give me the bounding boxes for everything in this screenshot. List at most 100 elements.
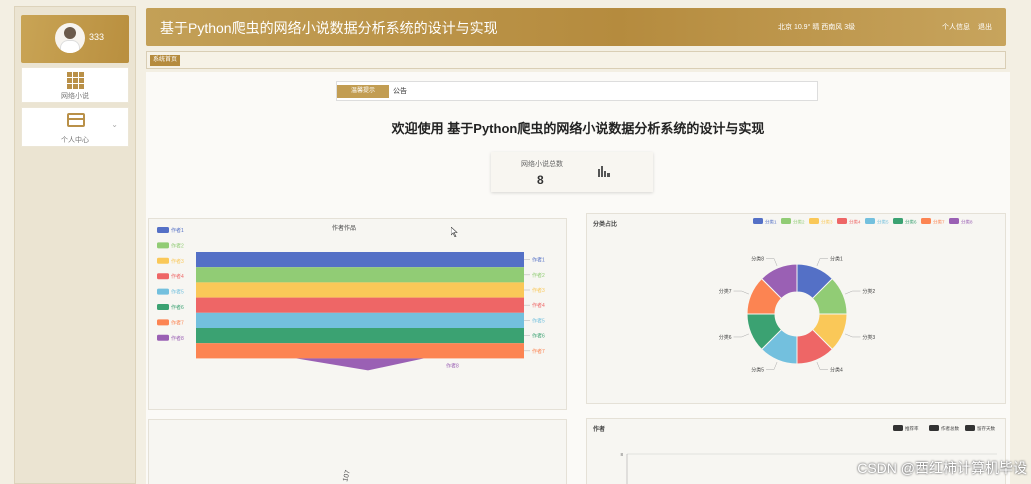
legend-swatch — [157, 288, 169, 295]
sidebar-item-label: 网络小说 — [61, 93, 89, 100]
legend-label: 作者5 — [171, 289, 184, 296]
segment-label: 作者4 — [532, 302, 545, 309]
profile-link[interactable]: 个人信息 — [942, 24, 970, 31]
label-line — [733, 290, 750, 295]
legend-label: 作者8 — [171, 335, 184, 342]
avatar — [55, 23, 85, 53]
funnel-segment — [196, 343, 524, 359]
slice-label: 分类3 — [862, 334, 875, 341]
legend-swatch — [921, 218, 931, 224]
legend-label: 留存天数 — [977, 425, 995, 432]
label-line — [844, 333, 861, 338]
segment-label: 作者5 — [532, 317, 545, 324]
welcome-heading: 欢迎使用 基于Python爬虫的网络小说数据分析系统的设计与实现 — [391, 121, 765, 136]
stat-card: 网络小说总数 8 — [491, 152, 653, 192]
header-links: 个人信息 退出 — [942, 22, 998, 32]
slice-label: 分类4 — [830, 366, 843, 373]
slice-label: 分类6 — [719, 334, 732, 341]
legend-swatch — [157, 304, 169, 310]
segment-label: 作者3 — [532, 287, 545, 294]
notice-text: 公告 — [393, 88, 407, 95]
segment-label: 作者1 — [532, 257, 545, 264]
legend-label: 作者2 — [171, 242, 184, 249]
legend-label: 分类7 — [933, 219, 945, 226]
label-line — [816, 258, 828, 267]
mouse-cursor-icon — [451, 227, 458, 237]
label-line — [844, 290, 861, 295]
watermark: CSDN @西红柿计算机毕设 — [857, 460, 1027, 476]
main-content: 温馨提示 公告 欢迎使用 基于Python爬虫的网络小说数据分析系统的设计与实现… — [146, 72, 1010, 484]
chart-title: 分类占比 — [593, 220, 617, 228]
user-card[interactable]: 333 — [21, 15, 129, 63]
slice-label: 分类1 — [830, 256, 843, 263]
funnel-segment — [296, 358, 424, 371]
legend-label: 分类5 — [877, 219, 889, 226]
legend-swatch — [949, 218, 959, 224]
label-line — [766, 258, 778, 267]
legend-swatch — [893, 425, 903, 431]
header-bar: 基于Python爬虫的网络小说数据分析系统的设计与实现 北京 10.9° 晴 西… — [146, 8, 1006, 46]
author-works-panel: 作者作品 作者1 作者2 作者3 作者4 作者5 作者6 作者7 作者8 作者1 作者2 作者3 作者4… — [148, 218, 567, 410]
stat-label: 网络小说总数 — [521, 161, 563, 168]
username: 333 — [89, 32, 105, 42]
legend-swatch — [929, 425, 939, 431]
funnel-segment — [196, 328, 524, 344]
stat-value: 8 — [537, 173, 544, 187]
sidebar-item-label: 个人中心 — [61, 137, 89, 144]
segment-label: 作者6 — [532, 333, 545, 340]
breadcrumb: 系统首页 — [146, 51, 1006, 69]
sidebar-item-novels[interactable]: 网络小说 — [21, 67, 129, 103]
weather-info: 北京 10.9° 晴 西南风 3级 — [778, 24, 856, 31]
segment-label: 作者2 — [532, 272, 545, 279]
breadcrumb-item-home[interactable]: 系统首页 — [150, 55, 181, 66]
bottom-left-panel: 107 — [148, 419, 567, 484]
logout-link[interactable]: 退出 — [978, 24, 992, 31]
sidebar: 333 网络小说 个人中心 ⌄ — [14, 6, 136, 484]
slice-label: 分类8 — [751, 256, 764, 263]
legend-label: 推荐率 — [905, 425, 919, 432]
legend-label: 作者总数 — [941, 425, 959, 432]
legend-label: 分类4 — [849, 219, 861, 226]
notice-bar: 温馨提示 公告 — [336, 81, 818, 101]
slice-label: 分类5 — [751, 366, 764, 373]
legend-label: 分类2 — [793, 219, 805, 226]
legend-swatch — [157, 273, 169, 280]
grid-icon — [67, 72, 84, 89]
slice-label: 分类2 — [862, 288, 875, 295]
legend-swatch — [865, 218, 875, 224]
legend-swatch — [781, 218, 791, 224]
sidebar-item-profile[interactable]: 个人中心 ⌄ — [21, 107, 129, 147]
legend-swatch — [753, 218, 763, 224]
legend-label: 分类6 — [905, 219, 917, 226]
funnel-segment — [196, 282, 524, 298]
page-title: 基于Python爬虫的网络小说数据分析系统的设计与实现 — [160, 20, 498, 36]
legend-swatch — [157, 227, 169, 233]
label-line — [766, 361, 778, 370]
chevron-down-icon[interactable]: ⌄ — [111, 120, 118, 129]
legend-label: 作者6 — [171, 304, 184, 311]
bottom-left-chart: 107 — [342, 469, 352, 482]
legend-swatch — [157, 257, 169, 264]
label-line — [733, 333, 750, 338]
legend-swatch — [965, 425, 975, 431]
chart-title: 作者 — [593, 425, 605, 433]
bar-chart-icon — [598, 166, 610, 177]
legend-label: 作者4 — [171, 273, 184, 280]
legend-label: 作者7 — [171, 319, 184, 326]
chart-title: 作者作品 — [332, 224, 356, 232]
legend-label: 分类3 — [821, 219, 833, 226]
category-share-panel: 分类占比 分类1 分类2 分类3 分类4 分类5 分类6 分类7 分类8 分类1 分类2 分类3 分类4… — [586, 213, 1006, 404]
legend-label: 分类8 — [961, 219, 973, 226]
legend-swatch — [157, 242, 169, 249]
card-icon — [67, 113, 85, 127]
pie-chart: 分类占比 分类1 分类2 分类3 分类4 分类5 分类6 分类7 分类8分类1分类2分类3分类4… — [593, 218, 973, 373]
notice-label: 温馨提示 — [337, 85, 389, 98]
y-tick-label: 8 — [620, 452, 623, 457]
funnel-chart: 作者作品作者1作者2作者3作者4作者5作者6作者7作者8作者1作者2作者3作者4… — [157, 224, 545, 371]
segment-label: 作者8 — [446, 362, 459, 369]
rotated-label: 107 — [342, 469, 352, 482]
legend-label: 分类1 — [765, 219, 777, 226]
legend-label: 作者1 — [171, 227, 184, 234]
funnel-segment — [196, 252, 524, 268]
label-line — [816, 361, 828, 370]
